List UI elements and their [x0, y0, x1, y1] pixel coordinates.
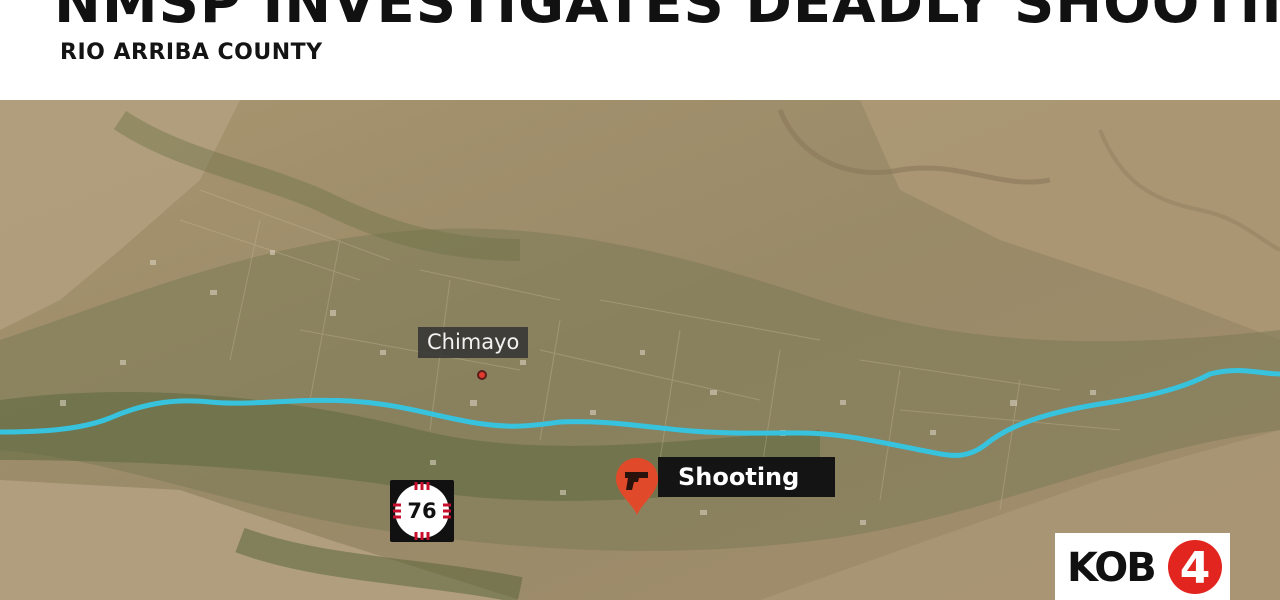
route-shield: 76 — [390, 480, 454, 542]
incident-label: Shooting — [658, 457, 835, 497]
satellite-map: Chimayo 76 Shooting — [0, 100, 1280, 600]
place-marker — [477, 370, 487, 380]
county-subhead: RIO ARRIBA COUNTY — [60, 40, 323, 65]
incident-pin-icon — [616, 458, 658, 515]
map-terrain — [0, 100, 1280, 600]
logo-text: KOB — [1067, 545, 1157, 591]
headline: NMSP INVESTIGATES DEADLY SHOOTING — [54, 0, 1280, 36]
headline-banner: NMSP INVESTIGATES DEADLY SHOOTING RIO AR… — [0, 0, 1280, 100]
station-logo: KOB 4 — [1055, 533, 1230, 600]
channel-4-logo-icon: 4 — [1168, 540, 1222, 594]
route-number: 76 — [404, 494, 440, 528]
logo-number: 4 — [1180, 543, 1211, 594]
place-label-chimayo: Chimayo — [418, 327, 529, 358]
